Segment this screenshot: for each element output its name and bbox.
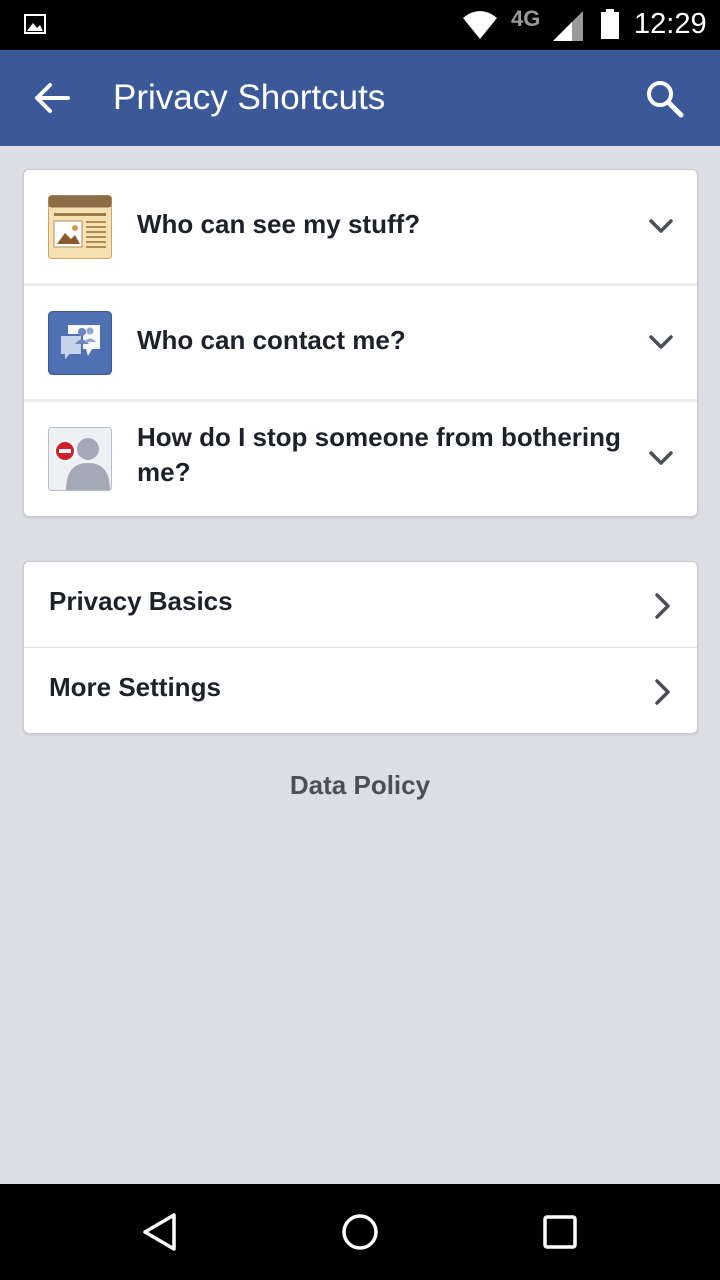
shortcut-stop-bothering[interactable]: How do I stop someone from bothering me? [24,402,697,516]
privacy-basics-link[interactable]: Privacy Basics [24,562,697,647]
chevron-right-icon [655,679,670,705]
back-arrow-icon[interactable] [32,80,72,116]
data-policy-link[interactable]: Data Policy [0,770,720,801]
system-nav-bar [0,1184,720,1280]
search-icon[interactable] [644,78,686,120]
blocked-person-icon [48,427,112,491]
app-bar: Privacy Shortcuts [0,50,720,146]
cell-signal-icon [553,11,583,41]
privacy-links-card: Privacy Basics More Settings [23,561,698,734]
status-bar: 4G 12:29 [0,0,720,50]
status-clock: 12:29 [634,8,707,40]
chat-bubbles-icon [48,311,112,375]
battery-icon [601,9,619,39]
chevron-down-icon [649,335,673,349]
chevron-down-icon [649,219,673,233]
more-settings-link[interactable]: More Settings [24,648,697,733]
shortcut-label: How do I stop someone from bothering me? [137,422,621,487]
back-triangle-icon[interactable] [138,1210,182,1254]
recents-square-icon[interactable] [538,1210,582,1254]
network-type: 4G [511,6,541,31]
wifi-icon [463,11,497,39]
privacy-shortcuts-card: Who can see my stuff? Who can contact me… [23,169,698,517]
shortcut-who-can-see[interactable]: Who can see my stuff? [24,170,697,283]
home-circle-icon[interactable] [338,1210,382,1254]
shortcut-label: Who can contact me? [137,325,406,355]
image-notification-icon [24,14,46,34]
chevron-down-icon [649,451,673,465]
newsfeed-icon [48,195,112,259]
shortcut-label: Who can see my stuff? [137,209,421,239]
link-label: Privacy Basics [49,586,233,616]
link-label: More Settings [49,672,221,702]
page-title: Privacy Shortcuts [113,78,386,117]
chevron-right-icon [655,593,670,619]
shortcut-who-can-contact[interactable]: Who can contact me? [24,286,697,399]
